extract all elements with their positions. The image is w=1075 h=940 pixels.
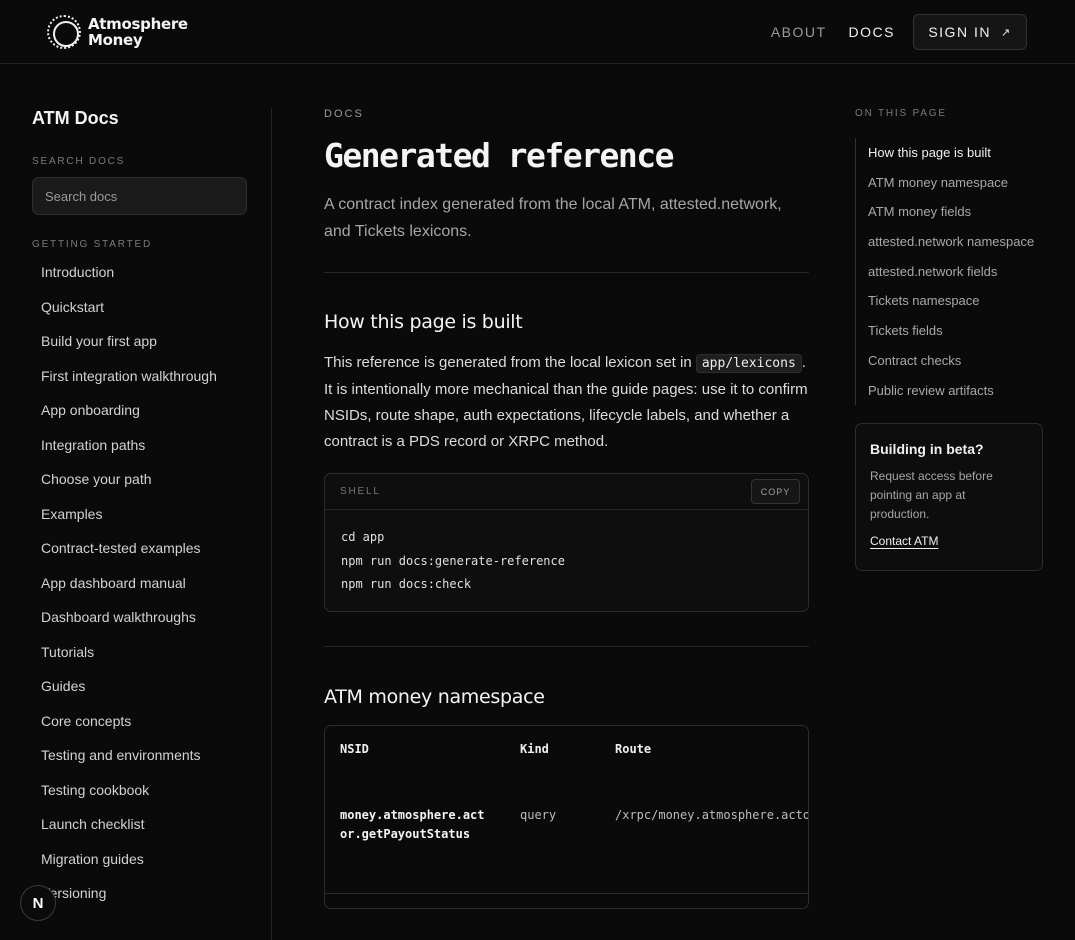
beta-text: Request access before pointing an app at… — [870, 469, 993, 522]
toc-label: ON THIS PAGE — [855, 108, 947, 119]
table-header-nsid: NSID — [340, 742, 369, 756]
toc-item-attested-network-namespace[interactable]: attested.network namespace — [868, 227, 1050, 257]
sidebar-item-integration-paths[interactable]: Integration paths — [32, 428, 248, 463]
dev-tools-badge[interactable]: N — [20, 885, 56, 921]
top-header: Atmosphere Money ABOUT DOCS SIGN IN ↗ — [0, 0, 1075, 64]
sidebar-title[interactable]: ATM Docs — [32, 108, 248, 130]
group-label-getting-started: GETTING STARTED — [32, 239, 152, 250]
logo-mark-icon — [47, 15, 81, 49]
sidebar-item-build-your-first-app[interactable]: Build your first app — [32, 324, 248, 359]
toc-item-contract-checks[interactable]: Contract checks — [868, 346, 1050, 376]
toc-item-how-this-page-is-built[interactable]: How this page is built — [868, 138, 1050, 168]
toc-item-atm-money-namespace[interactable]: ATM money namespace — [868, 168, 1050, 198]
sidebar-item-choose-your-path[interactable]: Choose your path — [32, 462, 248, 497]
sidebar-item-dashboard-walkthroughs[interactable]: Dashboard walkthroughs — [32, 600, 248, 635]
sidebar-item-versioning[interactable]: Versioning — [32, 876, 248, 911]
copy-button[interactable]: COPY — [751, 479, 800, 504]
toc-item-public-review-artifacts[interactable]: Public review artifacts — [868, 376, 1050, 406]
sign-in-label: SIGN IN — [928, 24, 991, 40]
nav-about[interactable]: ABOUT — [771, 24, 827, 40]
toc-item-tickets-fields[interactable]: Tickets fields — [868, 316, 1050, 346]
breadcrumb[interactable]: DOCS — [324, 108, 809, 120]
toc-item-attested-network-fields[interactable]: attested.network fields — [868, 257, 1050, 287]
code-line: cd app — [341, 530, 385, 544]
sidebar-item-app-onboarding[interactable]: App onboarding — [32, 393, 248, 428]
search-input[interactable] — [32, 177, 247, 215]
sidebar-item-first-integration-walkthrough[interactable]: First integration walkthrough — [32, 359, 248, 394]
table-cell-route: /xrpc/money.atmosphere.actor.getPayoutSt… — [615, 808, 809, 822]
table-cell-nsid: money.atmosphere.actor.getPayoutStatus — [340, 808, 485, 841]
section-heading-atm-namespace: ATM money namespace — [324, 686, 545, 708]
sidebar-item-examples[interactable]: Examples — [32, 497, 248, 532]
nav-docs[interactable]: DOCS — [849, 24, 895, 40]
section-paragraph: This reference is generated from the loc… — [324, 350, 809, 455]
sidebar-item-guides[interactable]: Guides — [32, 669, 248, 704]
brand-line-1: Atmosphere — [88, 15, 188, 33]
code-block-header: SHELL COPY — [325, 474, 808, 510]
divider — [324, 272, 809, 273]
sidebar-item-launch-checklist[interactable]: Launch checklist — [32, 807, 248, 842]
main-content: DOCS Generated reference A contract inde… — [324, 108, 809, 909]
code-language: SHELL — [340, 486, 381, 497]
table-cell-kind: query — [520, 808, 557, 822]
brand-name: Atmosphere Money — [88, 16, 188, 48]
sidebar-item-contract-tested-examples[interactable]: Contract-tested examples — [32, 531, 248, 566]
search-label: SEARCH DOCS — [32, 156, 126, 167]
toc-list: How this page is built ATM money namespac… — [855, 138, 1050, 406]
inline-code: app/lexicons — [695, 354, 802, 373]
sidebar-item-introduction[interactable]: Introduction — [32, 255, 248, 290]
sidebar-item-tutorials[interactable]: Tutorials — [32, 635, 248, 670]
page-title: Generated reference — [324, 136, 675, 175]
toc-item-tickets-namespace[interactable]: Tickets namespace — [868, 286, 1050, 316]
brand-line-2: Money — [88, 31, 143, 49]
on-this-page: ON THIS PAGE How this page is built ATM m… — [855, 108, 1050, 572]
docs-sidebar: ATM Docs SEARCH DOCS GETTING STARTED Int… — [32, 108, 248, 911]
table-header-route: Route — [615, 742, 652, 756]
sidebar-item-testing-cookbook[interactable]: Testing cookbook — [32, 773, 248, 808]
paragraph-text-start: This reference is generated from the loc… — [324, 354, 696, 371]
code-line: npm run docs:generate-reference — [341, 553, 565, 568]
code-body: cd app npm run docs:generate-reference n… — [325, 510, 808, 611]
contact-atm-link[interactable]: Contact ATM — [870, 534, 938, 548]
divider — [324, 646, 809, 647]
top-nav: ABOUT DOCS SIGN IN ↗ — [771, 14, 1027, 50]
sidebar-nav-list: Introduction Quickstart Build your first a… — [32, 255, 248, 911]
sidebar-item-app-dashboard-manual[interactable]: App dashboard manual — [32, 566, 248, 601]
brand-logo[interactable]: Atmosphere Money — [47, 15, 188, 49]
code-block: SHELL COPY cd app npm run docs:generate-… — [324, 473, 809, 612]
sidebar-item-quickstart[interactable]: Quickstart — [32, 290, 248, 325]
table-row-divider — [325, 893, 808, 894]
sidebar-divider — [271, 108, 272, 940]
sidebar-item-core-concepts[interactable]: Core concepts — [32, 704, 248, 739]
code-line: npm run docs:check — [341, 577, 472, 591]
beta-title: Building in beta? — [870, 441, 984, 458]
arrow-up-right-icon: ↗ — [1000, 26, 1012, 39]
sign-in-button[interactable]: SIGN IN ↗ — [913, 14, 1027, 50]
beta-card: Building in beta? Request access before … — [855, 423, 1043, 572]
toc-item-atm-money-fields[interactable]: ATM money fields — [868, 197, 1050, 227]
nsid-table: NSID Kind Route money.atmosphere.actor.g… — [324, 725, 809, 909]
sidebar-item-testing-and-environments[interactable]: Testing and environments — [32, 738, 248, 773]
table-header-kind: Kind — [520, 742, 549, 756]
sidebar-item-migration-guides[interactable]: Migration guides — [32, 842, 248, 877]
page-lede: A contract index generated from the loca… — [324, 196, 782, 240]
section-heading-how-built: How this page is built — [324, 311, 523, 333]
